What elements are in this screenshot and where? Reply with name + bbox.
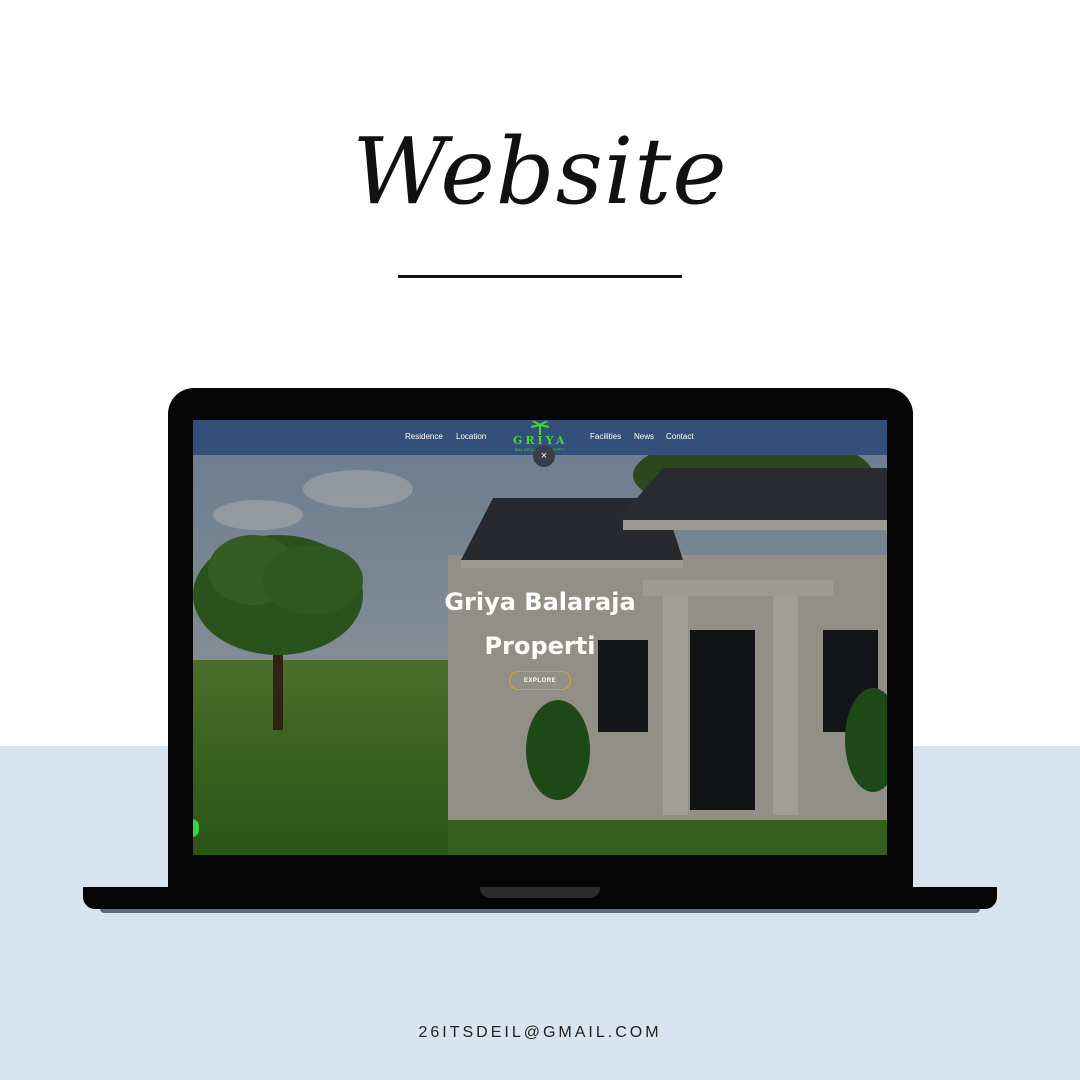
nav-facilities[interactable]: Facilities: [590, 432, 621, 441]
nav-contact[interactable]: Contact: [666, 432, 694, 441]
palm-tree-icon: [530, 421, 550, 435]
nav-news[interactable]: News: [634, 432, 654, 441]
laptop-base-shadow: [100, 909, 980, 913]
nav-location[interactable]: Location: [456, 432, 486, 441]
contact-email: 26ITSDEIL@GMAIL.COM: [418, 1024, 662, 1041]
laptop-screen: Residence Location GRIYA BALARAJA PROPER…: [193, 420, 887, 855]
nav-residence[interactable]: Residence: [405, 432, 443, 441]
heading-underline: [398, 275, 682, 278]
hero-title-line-2: Properti: [484, 632, 596, 660]
hero-title-line-1: Griya Balaraja: [444, 588, 636, 616]
laptop-notch: [480, 887, 600, 898]
explore-button[interactable]: EXPLORE: [509, 671, 571, 690]
section-heading: Website: [352, 118, 728, 225]
close-icon[interactable]: ×: [533, 445, 555, 467]
hero-title: Griya Balaraja Properti: [390, 580, 690, 668]
laptop-base: [83, 887, 997, 909]
